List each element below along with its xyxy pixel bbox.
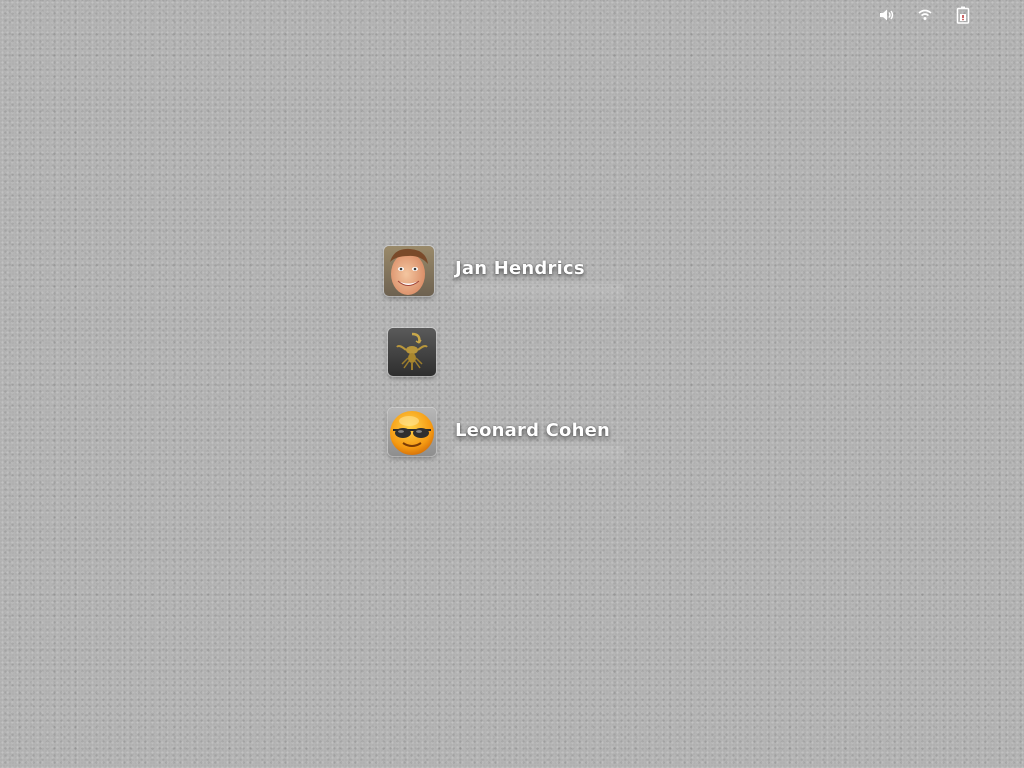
- sunglasses-smiley-avatar: [388, 408, 436, 456]
- wifi-icon: [918, 9, 932, 21]
- network-indicator[interactable]: [916, 6, 934, 24]
- user-item-leonard-cohen[interactable]: Leonard Cohen: [382, 406, 642, 468]
- user-item-jan-hendrics[interactable]: Jan Hendrics: [382, 244, 642, 306]
- battery-icon: [956, 6, 970, 24]
- name-reflection: [454, 284, 624, 306]
- top-panel-indicators: [878, 6, 972, 24]
- avatar[interactable]: [388, 408, 436, 456]
- user-name: Jan Hendrics: [455, 258, 585, 279]
- speaker-volume-icon: [879, 8, 895, 22]
- user-name: Leonard Cohen: [455, 420, 611, 441]
- scorpion-avatar: [388, 328, 436, 376]
- user-item-unnamed[interactable]: [382, 326, 642, 382]
- name-reflection: [454, 446, 624, 468]
- avatar[interactable]: [384, 246, 434, 296]
- battery-indicator[interactable]: [954, 6, 972, 24]
- face-photo-avatar: [384, 246, 434, 296]
- volume-indicator[interactable]: [878, 6, 896, 24]
- avatar[interactable]: [388, 328, 436, 376]
